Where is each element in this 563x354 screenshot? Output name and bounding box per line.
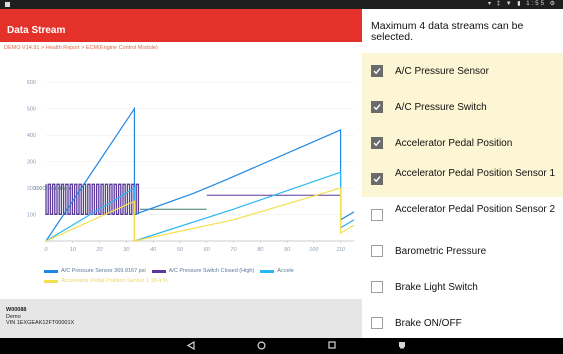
checkbox-empty-icon[interactable] <box>371 281 383 293</box>
home-circle-icon[interactable] <box>256 341 266 351</box>
stream-option-label: A/C Pressure Switch <box>395 102 487 113</box>
stream-option-label: Accelerator Pedal Position Sensor 2 <box>395 204 556 215</box>
x-tick-label: 90 <box>284 247 291 253</box>
stream-option[interactable]: Brake Light Switch <box>362 269 563 305</box>
legend-swatch <box>44 270 58 273</box>
legend-swatch <box>151 270 166 273</box>
x-tick-label: 80 <box>257 247 264 253</box>
legend-entry-sensor-1: Accelerator Pedal Position Sensor 1 16.4… <box>44 277 168 286</box>
data-stream-panel: Data Stream DEMO V14.91 > Health Report … <box>0 9 362 338</box>
stream-selector-panel: Maximum 4 data streams can be selected. … <box>362 9 563 338</box>
breadcrumb: DEMO V14.91 > Health Report > ECM(Engine… <box>4 45 158 51</box>
selection-notice: Maximum 4 data streams can be selected. <box>371 20 524 43</box>
y-tick-label: 600 <box>27 80 36 86</box>
x-tick-label: 40 <box>150 247 157 253</box>
page-title: Data Stream <box>7 25 66 36</box>
legend-swatch <box>44 280 58 283</box>
stream-option-label: A/C Pressure Sensor <box>395 66 489 77</box>
screen: ▾ ‡ ▼ ▮ 1:55 ⚙ Data Stream DEMO V14.91 >… <box>0 0 563 354</box>
stream-option[interactable]: Accelerator Pedal Position <box>362 125 563 161</box>
data-stream-chart[interactable]: 6005004003002001000 10 20 30 40 50 60 70 80 90 100… <box>0 61 362 266</box>
legend-label: A/C Pressure Sensor 369.9167 psi <box>61 268 146 274</box>
chart-legend: A/C Pressure Sensor 369.9167 psi A/C Pres… <box>44 267 360 287</box>
screenshot-icon[interactable] <box>397 341 407 351</box>
stream-option[interactable]: Accelerator Pedal Position Sensor 2 <box>362 197 563 233</box>
x-tick-label: 10 <box>70 247 77 253</box>
stream-option-label: Accelerator Pedal Position Sensor 1 <box>395 168 556 179</box>
x-tick-label: 70 <box>230 247 237 253</box>
stream-option[interactable]: A/C Pressure Sensor <box>362 53 563 89</box>
x-tick-label: 50 <box>177 247 184 253</box>
x-tick-label: 110 <box>336 247 346 253</box>
stream-option[interactable]: A/C Pressure Switch <box>362 89 563 125</box>
y-tick-label: 500 <box>27 107 36 113</box>
legend-entry: Accele <box>260 267 294 276</box>
legend-entry: A/C Pressure Switch Closed (High) <box>151 267 255 276</box>
x-tick-label: 30 <box>123 247 130 253</box>
stream-option[interactable]: Accelerator Pedal Position Sensor 1 <box>362 161 563 197</box>
stream-option[interactable]: Barometric Pressure <box>362 233 563 269</box>
legend-label: Accele <box>277 268 294 274</box>
checkbox-checked-icon[interactable] <box>371 101 383 113</box>
checkbox-checked-icon[interactable] <box>371 65 383 77</box>
legend-label: Accelerator Pedal Position Sensor 1 16.4… <box>61 278 168 284</box>
stream-option-label: Brake ON/OFF <box>395 318 462 329</box>
title-bar: Data Stream <box>0 9 362 42</box>
x-tick-label: 100 <box>309 247 319 253</box>
navigation-bar <box>0 338 563 354</box>
device-footer: W00088 Demo VIN 1EXGEAK12FT00001X <box>0 299 362 338</box>
series-line-0 <box>45 106 355 242</box>
x-tick-label: 0 <box>44 247 48 253</box>
notification-icon <box>5 2 10 7</box>
checkbox-empty-icon[interactable] <box>371 245 383 257</box>
stream-option-label: Accelerator Pedal Position <box>395 138 513 149</box>
stream-option[interactable]: Brake ON/OFF <box>362 305 563 338</box>
recents-square-icon[interactable] <box>327 341 337 351</box>
legend-label: A/C Pressure Switch Closed (High) <box>168 268 255 274</box>
x-tick-label: 60 <box>204 247 211 253</box>
y-tick-label: 300 <box>27 160 36 166</box>
checkbox-empty-icon[interactable] <box>371 317 383 329</box>
device-info: W00088 Demo VIN 1EXGEAK12FT00001X <box>6 307 74 327</box>
legend-entry: A/C Pressure Sensor 369.9167 psi <box>44 267 146 276</box>
status-icons: ▾ ‡ ▼ ▮ 1:55 ⚙ <box>488 1 557 7</box>
stream-option-label: Barometric Pressure <box>395 246 487 257</box>
checkbox-empty-icon[interactable] <box>371 209 383 221</box>
device-vin: VIN 1EXGEAK12FT00001X <box>6 320 75 326</box>
chart-annotation: 200Closed(High) <box>34 186 72 192</box>
checkbox-checked-icon[interactable] <box>371 137 383 149</box>
checkbox-checked-icon[interactable] <box>371 173 383 185</box>
back-triangle-icon[interactable] <box>186 340 196 351</box>
legend-swatch <box>260 270 275 273</box>
x-tick-label: 20 <box>96 247 104 253</box>
y-tick-label: 100 <box>27 213 36 219</box>
y-tick-label: 400 <box>27 133 36 139</box>
stream-option-label: Brake Light Switch <box>395 282 478 293</box>
status-bar: ▾ ‡ ▼ ▮ 1:55 ⚙ <box>0 0 563 9</box>
